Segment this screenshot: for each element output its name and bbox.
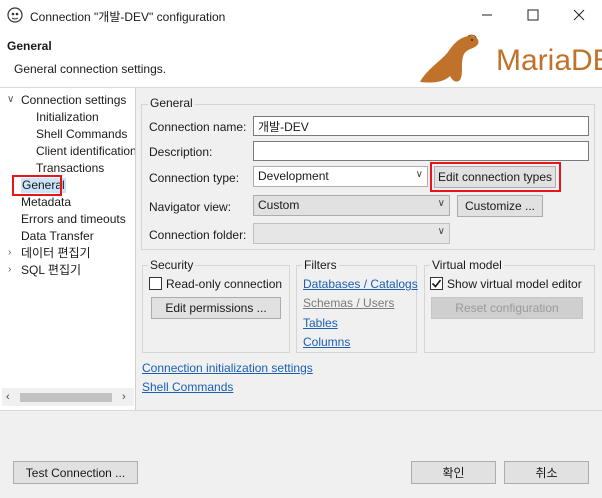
dialog-footer (0, 410, 602, 498)
description-input[interactable] (253, 141, 589, 161)
description-label: Description: (149, 145, 213, 159)
connection-folder-select[interactable]: ∨ (253, 223, 450, 244)
filter-link-tables[interactable]: Tables (303, 316, 338, 330)
highlight-general (12, 175, 62, 196)
reset-configuration-button[interactable]: Reset configuration (431, 297, 583, 319)
maximize-icon (527, 9, 539, 21)
tree-item-client-identification[interactable]: Client identification (36, 144, 135, 159)
minimize-icon (482, 14, 492, 16)
show-virtual-model-checkbox[interactable] (430, 277, 443, 290)
connection-name-label: Connection name: (149, 120, 247, 134)
show-virtual-model-label[interactable]: Show virtual model editor (447, 277, 582, 291)
tree-item-data-editor[interactable]: 데이터 편집기 (21, 246, 91, 261)
navigator-view-value: Custom (258, 198, 300, 212)
tree-horizontal-scrollbar[interactable]: ‹ › (2, 388, 134, 406)
connection-init-settings-link[interactable]: Connection initialization settings (142, 361, 313, 375)
chevron-right-icon[interactable]: › (8, 247, 11, 258)
navigator-view-select[interactable]: Custom ∨ (253, 195, 450, 216)
mariadb-logo: MariaDB (412, 30, 602, 86)
tree-item-initialization[interactable]: Initialization (36, 110, 99, 125)
navigator-view-label: Navigator view: (149, 200, 232, 214)
test-connection-label: Test Connection ... (25, 465, 126, 480)
readonly-label[interactable]: Read-only connection (166, 277, 282, 291)
general-group-title: General (148, 96, 195, 110)
tree-item-data-transfer[interactable]: Data Transfer (21, 229, 94, 244)
page-header: General General connection settings. Mar… (0, 30, 602, 88)
dbeaver-app-icon (7, 7, 23, 23)
maximize-button[interactable] (510, 0, 556, 30)
tree-item-sql-editor[interactable]: SQL 편집기 (21, 263, 81, 278)
shell-commands-link[interactable]: Shell Commands (142, 380, 233, 394)
window-title: Connection "개발-DEV" configuration (30, 10, 226, 24)
settings-tree: ∨ Connection settings Initialization She… (0, 88, 136, 410)
minimize-button[interactable] (464, 0, 510, 30)
chevron-right-icon[interactable]: › (8, 264, 11, 275)
checkmark-icon (431, 279, 442, 288)
cancel-button[interactable]: 취소 (504, 461, 589, 484)
scrollbar-thumb[interactable] (20, 393, 112, 402)
security-group-title: Security (148, 258, 196, 272)
page-description: General connection settings. (14, 62, 167, 76)
connection-type-value: Development (258, 169, 329, 183)
highlight-edit-connection-types (430, 162, 561, 192)
logo-text: MariaDB (496, 44, 602, 77)
chevron-down-icon: ∨ (437, 226, 445, 237)
test-connection-button[interactable]: Test Connection ... (13, 461, 138, 484)
tree-item-connection-settings[interactable]: Connection settings (21, 93, 126, 108)
connection-type-label: Connection type: (149, 171, 240, 185)
close-icon (573, 9, 585, 21)
tree-item-shell-commands[interactable]: Shell Commands (36, 127, 127, 142)
edit-permissions-button[interactable]: Edit permissions ... (151, 297, 281, 319)
close-button[interactable] (556, 0, 602, 30)
ok-button[interactable]: 확인 (411, 461, 496, 484)
scroll-right-icon[interactable]: › (122, 391, 126, 403)
filter-link-databases[interactable]: Databases / Catalogs (303, 277, 418, 291)
tree-item-metadata[interactable]: Metadata (21, 195, 71, 210)
filters-group-title: Filters (302, 258, 339, 272)
chevron-down-icon: ∨ (437, 198, 445, 209)
chevron-down-icon: ∨ (415, 169, 423, 180)
page-title: General (7, 39, 52, 53)
scroll-left-icon[interactable]: ‹ (6, 391, 10, 403)
readonly-checkbox[interactable] (149, 277, 162, 290)
tree-item-transactions[interactable]: Transactions (36, 161, 104, 176)
chevron-down-icon[interactable]: ∨ (7, 94, 14, 105)
virtual-model-group-title: Virtual model (430, 258, 504, 272)
customize-button[interactable]: Customize ... (457, 195, 543, 217)
connection-type-select[interactable]: Development ∨ (253, 166, 428, 187)
connection-folder-label: Connection folder: (149, 228, 247, 242)
title-bar: Connection "개발-DEV" configuration (0, 0, 602, 30)
tree-item-errors-timeouts[interactable]: Errors and timeouts (21, 212, 126, 227)
filter-link-columns[interactable]: Columns (303, 335, 350, 349)
connection-name-input[interactable]: 개발-DEV (253, 116, 589, 136)
filter-link-schemas[interactable]: Schemas / Users (303, 296, 394, 310)
